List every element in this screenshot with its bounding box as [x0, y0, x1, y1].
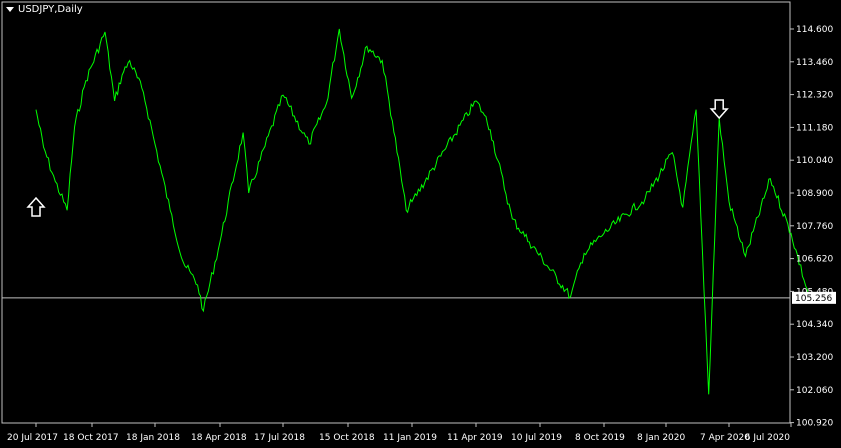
- x-tick-label: 18 Apr 2018: [191, 433, 247, 443]
- series-line: [35, 28, 810, 395]
- up-arrow-icon: [26, 196, 46, 217]
- y-axis: 114.600 113.460 112.320 111.180 110.040 108.9…: [790, 25, 833, 429]
- annotations: [26, 99, 729, 217]
- down-arrow-icon: [709, 99, 729, 120]
- y-tick-label: 110.040: [796, 156, 833, 166]
- y-tick-label: 103.200: [796, 353, 833, 363]
- y-tick-label: 106.620: [796, 255, 833, 265]
- y-tick-label: 107.760: [796, 222, 833, 232]
- y-tick-label: 112.320: [796, 91, 833, 101]
- x-tick-label: 11 Apr 2019: [447, 433, 503, 443]
- x-tick-label: 15 Oct 2018: [319, 433, 375, 443]
- y-tick-label: 114.600: [796, 25, 833, 35]
- dropdown-triangle-icon[interactable]: [6, 7, 14, 12]
- x-tick-label: 17 Jul 2018: [254, 433, 305, 443]
- chart-title[interactable]: USDJPY,Daily: [6, 4, 83, 15]
- x-tick-label: 18 Jan 2018: [126, 433, 180, 443]
- x-tick-label: 20 Jul 2017: [7, 433, 58, 443]
- price-chart: 114.600 113.460 112.320 111.180 110.040 108.9…: [1, 1, 836, 443]
- y-tick-label: 104.340: [796, 320, 833, 330]
- y-tick-label: 111.180: [796, 123, 833, 133]
- x-tick-label: 7 Apr 2020: [700, 433, 750, 443]
- y-tick-label: 108.900: [796, 189, 833, 199]
- x-axis: 20 Jul 2017 18 Oct 2017 18 Jan 2018 18 Apr …: [7, 423, 792, 443]
- x-tick-label: 11 Jan 2019: [383, 433, 437, 443]
- symbol-label: USDJPY,Daily: [18, 4, 83, 15]
- current-price-label: 105.256: [792, 291, 836, 304]
- x-tick-label: 18 Oct 2017: [63, 433, 119, 443]
- y-tick-label: 113.460: [796, 58, 833, 68]
- chart-window: 114.600 113.460 112.320 111.180 110.040 108.9…: [0, 0, 841, 448]
- y-tick-label: 100.920: [796, 419, 833, 429]
- x-tick-label: 8 Oct 2019: [575, 433, 625, 443]
- x-tick-label: 8 Jan 2020: [637, 433, 685, 443]
- price-box-label: 105.256: [795, 294, 832, 304]
- series-usdjpy: [35, 28, 810, 395]
- plot-frame: [1, 1, 791, 424]
- y-tick-label: 102.060: [796, 386, 833, 396]
- x-tick-label: 6 Jul 2020: [745, 433, 790, 443]
- x-tick-label: 10 Jul 2019: [511, 433, 562, 443]
